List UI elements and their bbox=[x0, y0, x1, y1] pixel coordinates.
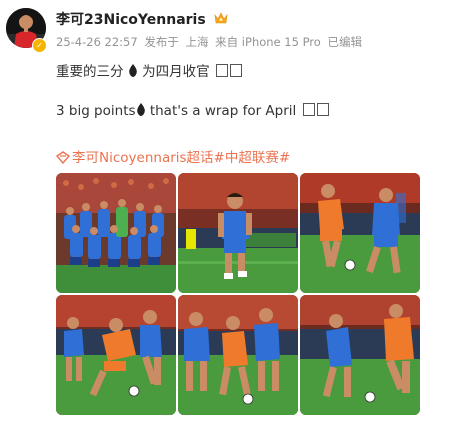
post-header: ✓ 李可23NicoYennaris 25-4-26 22:57 发布于 上海 … bbox=[0, 0, 461, 58]
super-topic-text[interactable]: 李可Nicoyennaris超话#中超联赛# bbox=[72, 150, 290, 166]
edited-label[interactable]: 已编辑 bbox=[327, 35, 362, 49]
text-line1-tail: 为四月收官 bbox=[142, 64, 210, 80]
missing-emoji-icon bbox=[316, 103, 329, 116]
missing-emoji-icon bbox=[229, 64, 242, 77]
photo-team-lineup[interactable] bbox=[56, 173, 176, 293]
text-line1-head: 重要的三分 bbox=[56, 64, 124, 80]
missing-emoji-icon bbox=[302, 103, 315, 116]
photo-group-challenge[interactable] bbox=[178, 295, 298, 415]
post-text-line-1: 重要的三分 为四月收官 bbox=[56, 60, 242, 80]
published-label: 发布于 bbox=[144, 35, 179, 49]
photo-grid bbox=[56, 173, 421, 418]
username-text[interactable]: 李可23NicoYennaris bbox=[56, 12, 206, 28]
photo-duel[interactable] bbox=[300, 173, 420, 293]
post-source: 来自 iPhone 15 Pro bbox=[215, 35, 321, 49]
fire-drop-icon bbox=[128, 64, 142, 80]
super-topic-link[interactable]: 李可Nicoyennaris超话#中超联赛# bbox=[55, 146, 290, 168]
fire-drop-icon bbox=[136, 103, 146, 119]
username[interactable]: 李可23NicoYennaris bbox=[56, 9, 228, 29]
post-text-line-2: 3 big points that's a wrap for April bbox=[56, 103, 329, 119]
post-location: 上海 bbox=[185, 35, 209, 49]
photo-player-walking[interactable] bbox=[178, 173, 298, 293]
text-line2-head: 3 big points bbox=[56, 103, 136, 119]
missing-emoji-icon bbox=[215, 64, 228, 77]
post-meta: 25-4-26 22:57 发布于 上海 来自 iPhone 15 Pro 已编… bbox=[56, 34, 365, 50]
crown-icon bbox=[214, 12, 228, 28]
super-topic-icon bbox=[55, 151, 71, 168]
photo-dribble[interactable] bbox=[300, 295, 420, 415]
post-time[interactable]: 25-4-26 22:57 bbox=[56, 35, 138, 49]
photo-tackle[interactable] bbox=[56, 295, 176, 415]
text-line2-tail: that's a wrap for April bbox=[149, 103, 297, 119]
verified-badge-icon: ✓ bbox=[32, 38, 47, 53]
